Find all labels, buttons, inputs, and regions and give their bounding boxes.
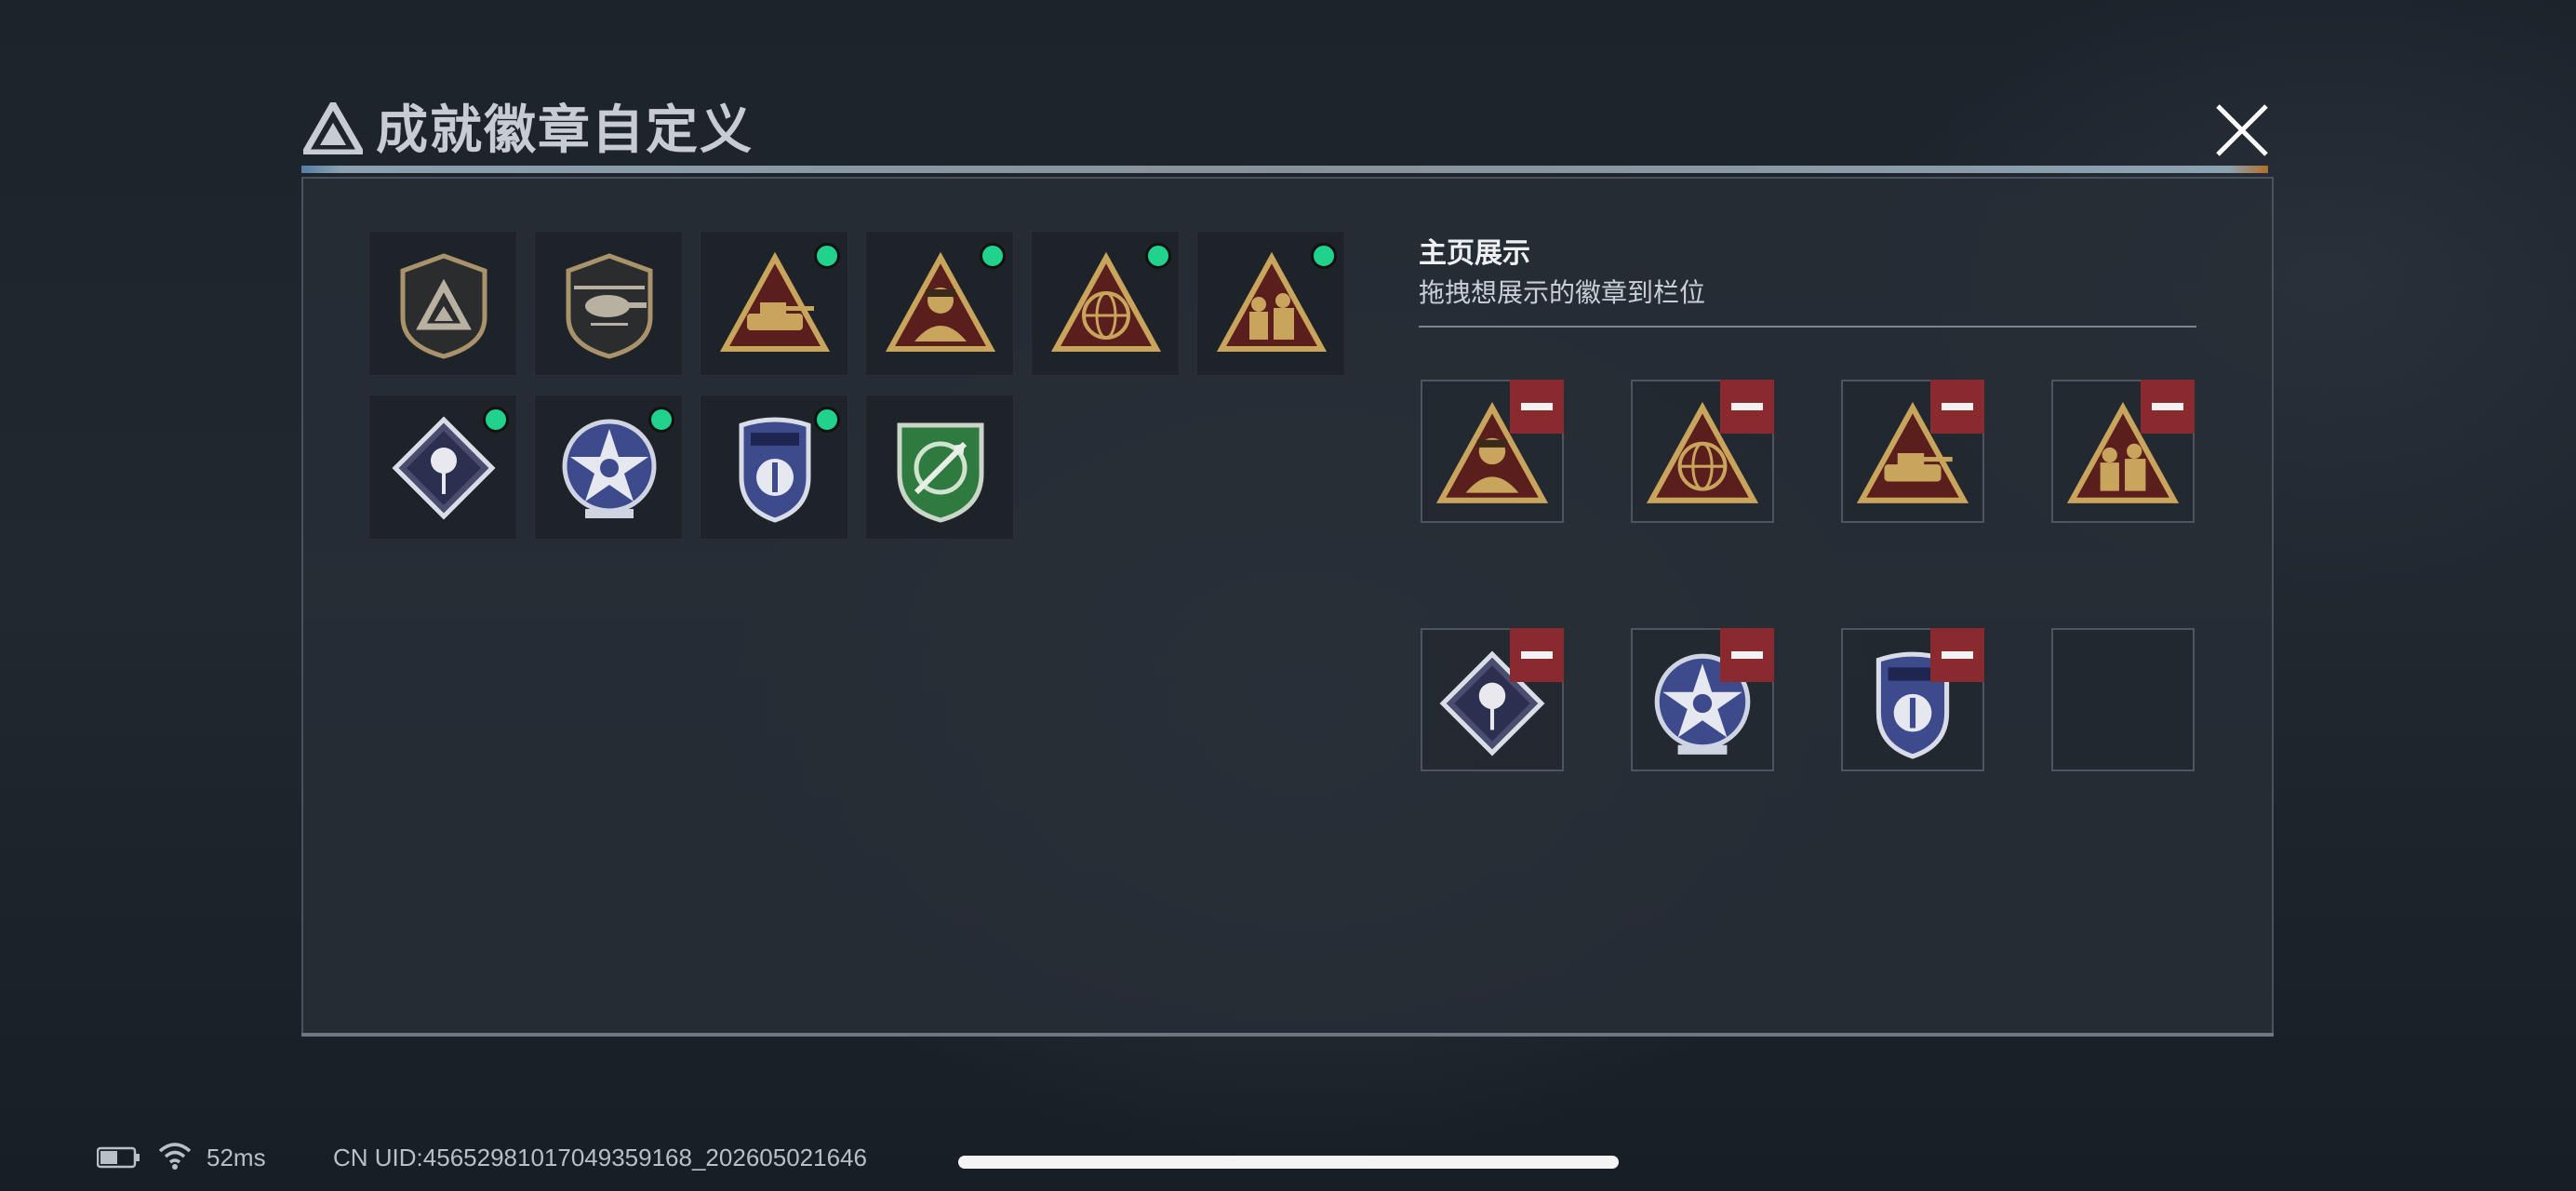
status-bar: 52ms CN UID:4565298101704935916​8_202605… bbox=[93, 1137, 1023, 1178]
close-icon bbox=[2216, 104, 2268, 156]
minus-icon bbox=[1731, 403, 1763, 410]
helicopter-shield-badge-icon bbox=[566, 253, 653, 359]
badge-cell-rose-diamond-badge[interactable] bbox=[368, 395, 517, 540]
vehicle-triangle-badge-icon bbox=[719, 251, 831, 352]
badge-cell-soldier-triangle-badge[interactable] bbox=[865, 231, 1014, 376]
dialog-header: 成就徽章自定义 bbox=[296, 89, 2274, 173]
showcase-slot[interactable] bbox=[1631, 380, 1774, 523]
rose-diamond-badge-icon bbox=[392, 416, 496, 520]
panel-bottom-edge bbox=[301, 1033, 2274, 1037]
uid-text: CN UID:4565298101704935916​8_20260502164… bbox=[333, 1144, 867, 1171]
equipped-indicator-dot bbox=[814, 243, 840, 269]
minus-icon bbox=[1942, 403, 1973, 410]
showcase-slot-empty[interactable] bbox=[2051, 628, 2195, 771]
badge-cell-vehicle-triangle-badge[interactable] bbox=[700, 231, 848, 376]
equipped-indicator-dot bbox=[1145, 243, 1171, 269]
showcase-slot[interactable] bbox=[1841, 628, 1984, 771]
showcase-subtitle: 拖拽想展示的徽章到栏位 bbox=[1419, 278, 1706, 307]
delta-logo-icon bbox=[303, 102, 363, 154]
header-divider bbox=[301, 166, 2268, 173]
remove-badge-button[interactable] bbox=[1720, 628, 1774, 682]
close-button[interactable] bbox=[2205, 93, 2279, 167]
equipped-indicator-dot bbox=[980, 243, 1006, 269]
minus-icon bbox=[2152, 403, 2183, 410]
eri-globe-triangle-badge-icon bbox=[1050, 251, 1162, 352]
minus-icon bbox=[1521, 651, 1553, 659]
basic-triangle-shield-badge-icon bbox=[400, 253, 487, 359]
showcase-slot[interactable] bbox=[1631, 628, 1774, 771]
soldier-triangle-badge-icon bbox=[885, 251, 996, 352]
police-shield-badge-icon bbox=[739, 417, 811, 523]
remove-badge-button[interactable] bbox=[1930, 380, 1984, 434]
equipped-indicator-dot bbox=[648, 407, 674, 433]
badge-cell-helicopter-shield-badge[interactable] bbox=[534, 231, 683, 376]
home-indicator[interactable] bbox=[958, 1156, 1619, 1169]
badge-cell-star-medallion-badge[interactable] bbox=[534, 395, 683, 540]
remove-badge-button[interactable] bbox=[2141, 380, 2195, 434]
remove-badge-button[interactable] bbox=[1930, 628, 1984, 682]
badge-cell-squad-triangle-badge[interactable] bbox=[1196, 231, 1345, 376]
wifi-icon bbox=[158, 1143, 192, 1170]
remove-badge-button[interactable] bbox=[1510, 380, 1564, 434]
minus-icon bbox=[1731, 651, 1763, 659]
badge-cell-green-arrows-shield-badge[interactable] bbox=[865, 395, 1014, 540]
showcase-divider bbox=[1419, 326, 2196, 328]
equipped-indicator-dot bbox=[483, 407, 509, 433]
remove-badge-button[interactable] bbox=[1510, 628, 1564, 682]
star-medallion-badge-icon bbox=[562, 419, 657, 518]
ping-value: 52ms bbox=[207, 1144, 266, 1171]
showcase-slot[interactable] bbox=[1421, 628, 1564, 771]
showcase-title: 主页展示 bbox=[1419, 238, 1530, 269]
green-arrows-shield-badge-icon bbox=[897, 422, 984, 523]
equipped-indicator-dot bbox=[1311, 243, 1337, 269]
badge-cell-police-shield-badge[interactable] bbox=[700, 395, 848, 540]
battery-icon bbox=[97, 1146, 140, 1169]
badge-cell-eri-globe-triangle-badge[interactable] bbox=[1031, 231, 1180, 376]
showcase-slot[interactable] bbox=[2051, 380, 2195, 523]
squad-triangle-badge-icon bbox=[1216, 251, 1328, 352]
showcase-slot[interactable] bbox=[1421, 380, 1564, 523]
minus-icon bbox=[1521, 403, 1553, 410]
minus-icon bbox=[1942, 651, 1973, 659]
equipped-indicator-dot bbox=[814, 407, 840, 433]
dialog-title: 成就徽章自定义 bbox=[376, 100, 754, 159]
badge-cell-basic-triangle-shield-badge[interactable] bbox=[368, 231, 517, 376]
remove-badge-button[interactable] bbox=[1720, 380, 1774, 434]
showcase-slot[interactable] bbox=[1841, 380, 1984, 523]
